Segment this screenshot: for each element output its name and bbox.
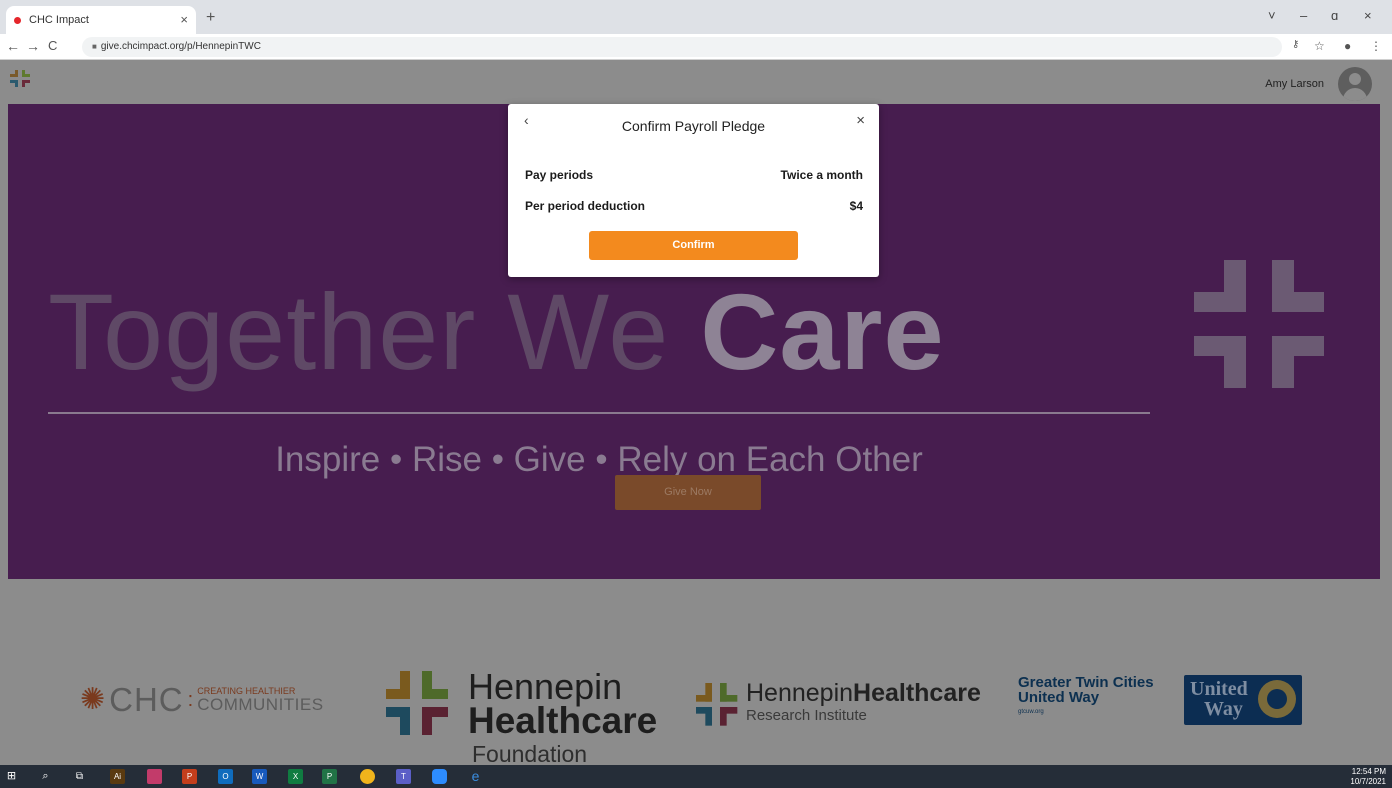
confirm-button[interactable]: Confirm	[589, 231, 798, 260]
hennepin-mark-icon	[386, 671, 448, 735]
new-tab-button[interactable]: +	[206, 9, 215, 27]
hero-divider	[48, 412, 1150, 414]
windows-taskbar: ⊞ ⌕ ⧉ Ai P O W X P T e 12:54 PM 10/7/202…	[0, 765, 1392, 788]
hhri-line1: HennepinHealthcare	[746, 679, 981, 707]
tab-title: CHC Impact	[29, 14, 89, 26]
hero-tagline: Inspire • Rise • Give • Rely on Each Oth…	[275, 440, 923, 479]
star-icon[interactable]: ☆	[1314, 39, 1325, 53]
profile-icon[interactable]: ●	[1344, 39, 1351, 53]
clock-time: 12:54 PM	[1351, 767, 1386, 776]
hhri-line2: Research Institute	[746, 707, 867, 724]
illustrator-icon[interactable]: Ai	[110, 769, 125, 784]
avatar-body	[1343, 88, 1367, 101]
user-name[interactable]: Amy Larson	[1265, 78, 1324, 90]
pay-periods-row: Pay periods Twice a month	[525, 168, 863, 182]
outlook-icon[interactable]: O	[218, 769, 233, 784]
browser-tab[interactable]: CHC Impact ×	[6, 6, 196, 34]
give-now-button[interactable]: Give Now	[615, 475, 761, 510]
more-menu-icon[interactable]: ⋮	[1370, 39, 1382, 53]
lock-icon: ■	[92, 42, 97, 51]
modal-title: Confirm Payroll Pledge	[621, 118, 766, 134]
confirm-pledge-modal: ‹ Confirm Payroll Pledge × Pay periods T…	[508, 104, 879, 277]
hero-title: Together We Care	[48, 272, 945, 392]
minimize-button[interactable]: –	[1300, 8, 1307, 23]
hero-title-part1: Together We	[48, 271, 701, 392]
gtcuw-line2: United Way	[1018, 689, 1100, 706]
gtcuw-line3: gtcuw.org	[1018, 709, 1044, 715]
pay-periods-value: Twice a month	[780, 168, 863, 182]
address-bar[interactable]: ■ give.chcimpact.org/p/HennepinTWC	[82, 37, 1282, 57]
start-icon[interactable]: ⊞	[4, 769, 19, 784]
chc-flower-icon: ✺	[80, 683, 106, 716]
pay-periods-label: Pay periods	[525, 168, 594, 182]
forward-arrow-icon[interactable]: →	[26, 38, 40, 54]
teams-icon[interactable]: T	[396, 769, 411, 784]
browser-toolbar: ← → C ■ give.chcimpact.org/p/HennepinTWC …	[0, 34, 1392, 60]
browser-tabstrip: CHC Impact × + ˅ – ɑ ×	[0, 0, 1392, 34]
back-arrow-icon[interactable]: ←	[6, 38, 20, 54]
maximize-button[interactable]: ɑ	[1331, 8, 1338, 23]
chc-logo: ✺ CHC : CREATING HEALTHIER COMMUNITIES	[80, 681, 324, 719]
avatar[interactable]	[1338, 67, 1372, 101]
chc-separator: :	[187, 688, 194, 711]
hhf-line3: Foundation	[472, 741, 588, 767]
window-close-button[interactable]: ×	[1364, 8, 1372, 23]
key-icon[interactable]: ⚷	[1292, 39, 1299, 50]
site-logo-icon[interactable]	[10, 68, 32, 90]
gtcuw-line1: Greater Twin Cities	[1018, 674, 1154, 691]
task-view-icon[interactable]: ⧉	[72, 769, 87, 784]
clock-date: 10/7/2021	[1350, 777, 1386, 786]
deduction-value: $4	[849, 199, 863, 213]
united-way-emblem-icon	[1258, 680, 1296, 718]
chc-abbr: CHC	[109, 681, 184, 718]
tab-search-icon[interactable]: ˅	[1268, 8, 1276, 23]
hennepin-research-mark-icon	[696, 683, 738, 726]
powerpoint-icon[interactable]: P	[182, 769, 197, 784]
hero-title-care: Care	[700, 271, 945, 392]
chc-tag-bottom: COMMUNITIES	[197, 695, 324, 714]
reload-icon[interactable]: C	[48, 38, 57, 53]
word-icon[interactable]: W	[252, 769, 267, 784]
edge-icon[interactable]: e	[468, 769, 483, 784]
chrome-icon[interactable]	[360, 769, 375, 784]
close-icon[interactable]: ×	[856, 112, 865, 129]
zoom-icon[interactable]	[432, 769, 447, 784]
project-icon[interactable]: P	[322, 769, 337, 784]
hero-logo-icon	[1194, 260, 1324, 388]
hhri-line1b: Healthcare	[853, 679, 981, 707]
site-header: Amy Larson	[8, 61, 1380, 104]
favicon-icon	[14, 16, 21, 24]
search-icon[interactable]: ⌕	[38, 769, 53, 784]
system-clock[interactable]: 12:54 PM 10/7/2021	[1350, 767, 1386, 787]
url-text: give.chcimpact.org/p/HennepinTWC	[100, 41, 261, 52]
photos-icon[interactable]	[147, 769, 162, 784]
uw-line1: United	[1190, 678, 1248, 700]
uw-line2: Way	[1204, 698, 1243, 720]
deduction-row: Per period deduction $4	[525, 199, 863, 213]
deduction-label: Per period deduction	[525, 199, 646, 213]
hhri-line1a: Hennepin	[746, 679, 854, 707]
tab-close-icon[interactable]: ×	[180, 12, 188, 27]
partner-logos: ✺ CHC : CREATING HEALTHIER COMMUNITIES H…	[8, 579, 1380, 767]
gtcuw-logo: Greater Twin Cities United Way gtcuw.org	[1018, 675, 1154, 715]
excel-icon[interactable]: X	[288, 769, 303, 784]
avatar-head	[1349, 73, 1361, 85]
hhf-line2: Healthcare	[468, 700, 658, 741]
united-way-logo: United Way	[1184, 675, 1302, 725]
